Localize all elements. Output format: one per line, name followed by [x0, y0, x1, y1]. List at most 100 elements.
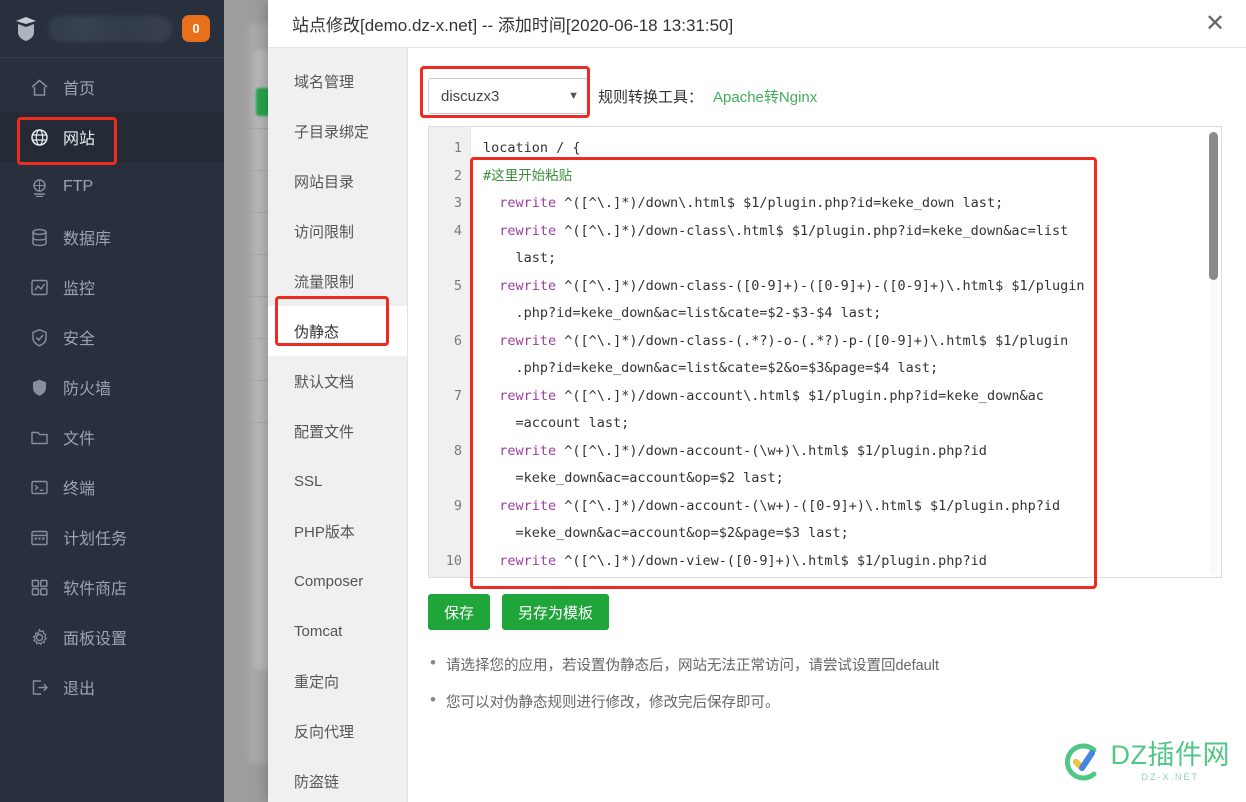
- sidebar-item-9[interactable]: 计划任务: [0, 512, 224, 562]
- dialog-nav-label: 流量限制: [294, 273, 355, 291]
- dialog-nav-item-12[interactable]: 重定向: [268, 656, 407, 706]
- line-number: 2: [453, 167, 462, 184]
- site-edit-dialog: 站点修改[demo.dz-x.net] -- 添加时间[2020-06-18 1…: [268, 0, 1246, 802]
- dialog-nav-item-2[interactable]: 网站目录: [268, 156, 407, 206]
- line-number: 10: [445, 552, 462, 569]
- sidebar-notification-badge[interactable]: 0: [182, 15, 210, 42]
- code-line: rewrite ^([^\.]*)/down-account\.html$ $1…: [499, 387, 1044, 404]
- watermark: DZ插件网 DZ-X.NET: [1061, 740, 1231, 784]
- dialog-nav-label: Tomcat: [294, 622, 343, 640]
- code-line: =keke_down&ac=account&op=$2&page=$3 last…: [483, 525, 849, 541]
- sidebar-item-label: 数据库: [63, 231, 112, 248]
- line-number: [429, 355, 470, 383]
- sidebar-item-label: 网站: [63, 131, 96, 148]
- code-line: rewrite ^([^\.]*)/down-account-(\w+)-([0…: [499, 497, 1061, 514]
- logout-icon: [32, 679, 48, 695]
- dialog-header: 站点修改[demo.dz-x.net] -- 添加时间[2020-06-18 1…: [268, 0, 1246, 48]
- firewall-shield-icon: [33, 379, 46, 396]
- line-number: 9: [453, 497, 462, 514]
- code-line: rewrite ^([^\.]*)/down-account-(\w+)\.ht…: [499, 442, 987, 459]
- dialog-nav-label: SSL: [294, 472, 323, 490]
- dialog-nav-item-5[interactable]: 伪静态: [268, 306, 407, 356]
- line-number: [429, 245, 470, 273]
- code-line: .php?id=keke_down&ac=list&cate=$2-$3-$4 …: [483, 305, 882, 321]
- dialog-nav-label: 防盗链: [294, 773, 340, 791]
- dialog-nav-item-7[interactable]: 配置文件: [268, 406, 407, 456]
- sidebar-item-0[interactable]: 首页: [0, 62, 224, 112]
- editor-scrollbar-thumb[interactable]: [1209, 132, 1218, 280]
- editor-code-area[interactable]: location / {#这里开始粘贴 rewrite ^([^\.]*)/do…: [471, 127, 1221, 577]
- line-number: 1: [453, 140, 462, 156]
- sidebar-item-1[interactable]: 网站: [0, 112, 224, 162]
- sidebar-item-3[interactable]: 数据库: [0, 212, 224, 262]
- grid-apps-icon: [31, 579, 48, 596]
- ftp-icon: [33, 178, 46, 197]
- sidebar-item-label: 面板设置: [63, 631, 128, 648]
- bullet-icon: •: [430, 690, 436, 709]
- sidebar-item-7[interactable]: 文件: [0, 412, 224, 462]
- save-as-template-button[interactable]: 另存为模板: [502, 594, 610, 630]
- dialog-content: discuzx3 ▼ 规则转换工具： Apache转Nginx 1 2 3 4 5 6 7 8…: [408, 48, 1246, 802]
- help-note-text: 请选择您的应用，若设置伪静态后，网站无法正常访问，请尝试设置回default: [445, 658, 939, 674]
- home-icon: [31, 79, 48, 96]
- bullet-icon: •: [430, 653, 436, 672]
- sidebar-item-4[interactable]: 监控: [0, 262, 224, 312]
- database-icon: [32, 228, 47, 246]
- rewrite-code-editor[interactable]: 1 2 3 4 5 6 7 8 9 10 location / {#这里开始粘贴 rewrite …: [428, 126, 1222, 578]
- sidebar-item-label: 计划任务: [63, 531, 128, 548]
- help-note-text: 您可以对伪静态规则进行修改，修改完后保存即可。: [445, 695, 780, 711]
- dialog-nav-item-1[interactable]: 子目录绑定: [268, 106, 407, 156]
- sidebar-item-label: 退出: [63, 681, 96, 698]
- watermark-subtitle: DZ-X.NET: [1141, 772, 1199, 782]
- dialog-nav-label: 重定向: [294, 673, 340, 691]
- sidebar-item-10[interactable]: 软件商店: [0, 562, 224, 612]
- dialog-nav-item-9[interactable]: PHP版本: [268, 506, 407, 556]
- calendar-icon: [31, 530, 48, 545]
- sidebar-item-6[interactable]: 防火墙: [0, 362, 224, 412]
- apache-to-nginx-link[interactable]: Apache转Nginx: [713, 86, 817, 107]
- dialog-nav-item-4[interactable]: 流量限制: [268, 256, 407, 306]
- gear-icon: [32, 627, 48, 645]
- rule-preset-value: discuzx3: [441, 87, 500, 105]
- line-number: [429, 520, 470, 548]
- line-number: [429, 300, 470, 328]
- code-line: .php?id=keke_down&ac=list&cate=$2&o=$3&p…: [483, 360, 939, 376]
- main-sidebar: 0 首页网站 FTP 数据库监控安全防火墙 文件 终端计划任务软件商店面板设置退出: [0, 0, 224, 802]
- line-number: 3: [453, 195, 462, 211]
- dialog-nav-item-8[interactable]: SSL: [268, 456, 407, 506]
- sidebar-item-2[interactable]: FTP: [0, 162, 224, 212]
- help-notes: • 请选择您的应用，若设置伪静态后，网站无法正常访问，请尝试设置回default •…: [428, 653, 1222, 712]
- code-line: location / {: [483, 140, 581, 156]
- code-line: last;: [483, 250, 557, 266]
- sidebar-item-11[interactable]: 面板设置: [0, 612, 224, 662]
- dialog-nav-item-11[interactable]: Tomcat: [268, 606, 407, 656]
- sidebar-item-5[interactable]: 安全: [0, 312, 224, 362]
- dialog-nav-item-10[interactable]: Composer: [268, 556, 407, 606]
- code-line: =keke_down&ac=account&op=$2 last;: [483, 470, 784, 486]
- converter-label: 规则转换工具：: [598, 88, 704, 106]
- line-number: [429, 465, 470, 493]
- code-line: rewrite ^([^\.]*)/down-class\.html$ $1/p…: [499, 222, 1069, 239]
- dialog-nav-item-3[interactable]: 访问限制: [268, 206, 407, 256]
- dialog-nav-label: PHP版本: [294, 523, 355, 541]
- dialog-nav-item-13[interactable]: 反向代理: [268, 706, 407, 756]
- line-number: 6: [453, 332, 462, 349]
- sidebar-item-label: 安全: [63, 331, 96, 348]
- dialog-nav-item-14[interactable]: 防盗链: [268, 756, 407, 802]
- save-button[interactable]: 保存: [428, 594, 491, 630]
- sidebar-item-label: 首页: [63, 81, 96, 98]
- monitor-icon: [31, 279, 48, 295]
- dialog-body: 域名管理 子目录绑定 网站目录 访问限制流量限制伪静态 默认文档 配置文件 SSL PHP版本…: [268, 48, 1246, 802]
- terminal-icon: [31, 480, 48, 494]
- dialog-nav-item-0[interactable]: 域名管理: [268, 56, 407, 106]
- sidebar-user-header[interactable]: 0: [0, 0, 224, 58]
- panel-logo-icon: [16, 16, 36, 41]
- sidebar-item-12[interactable]: 退出: [0, 662, 224, 712]
- help-note-0: • 请选择您的应用，若设置伪静态后，网站无法正常访问，请尝试设置回default: [430, 653, 1222, 675]
- sidebar-item-8[interactable]: 终端: [0, 462, 224, 512]
- dialog-nav-label: 反向代理: [294, 723, 355, 741]
- rule-preset-select[interactable]: discuzx3 ▼: [428, 78, 588, 114]
- line-number: [429, 410, 470, 438]
- close-icon[interactable]: ✕: [1200, 9, 1230, 39]
- dialog-nav-item-6[interactable]: 默认文档: [268, 356, 407, 406]
